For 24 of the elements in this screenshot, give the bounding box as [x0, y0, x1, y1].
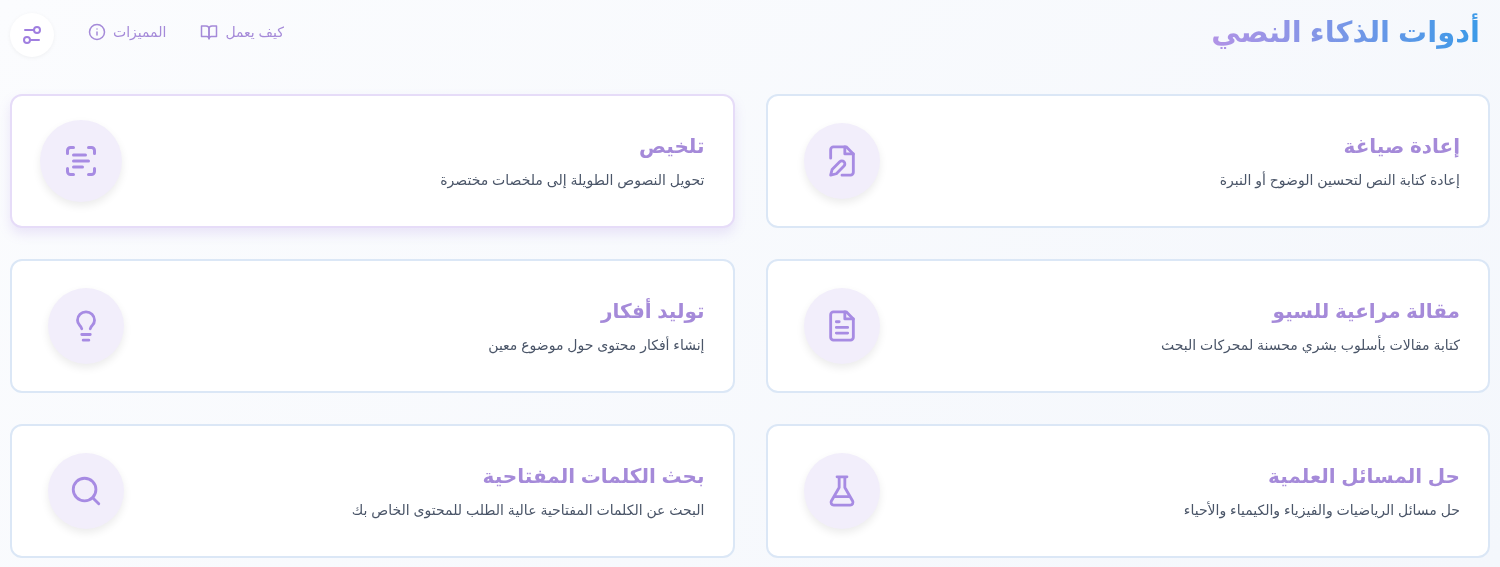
tool-description: كتابة مقالات بأسلوب بشري محسنة لمحركات البحث	[1160, 337, 1460, 353]
tool-description: حل مسائل الرياضيات والفيزياء والكيمياء والأحياء	[1183, 502, 1460, 518]
tool-card[interactable]: مقالة مراعية للسيو كتابة مقالات بأسلوب بشري محسنة لمحركات البحث	[765, 259, 1490, 393]
tool-title: مقالة مراعية للسيو	[1270, 299, 1460, 323]
tool-card[interactable]: إعادة صياغة إعادة كتابة النص لتحسين الوضوح أو النبرة	[765, 94, 1490, 228]
book-icon	[200, 23, 219, 41]
tool-card[interactable]: حل المسائل العلمية حل مسائل الرياضيات والفيزياء والكيمياء والأحياء	[765, 424, 1490, 558]
tool-card[interactable]: توليد أفكار إنشاء أفكار محتوى حول موضوع معين	[10, 259, 735, 393]
tool-description: البحث عن الكلمات المفتاحية عالية الطلب للمحتوى الخاص بك	[351, 502, 705, 518]
tool-description: إنشاء أفكار محتوى حول موضوع معين	[488, 337, 705, 353]
scan-text-icon	[63, 143, 99, 179]
tool-card[interactable]: تلخيص تحويل النصوص الطويلة إلى ملخصات مختصرة	[10, 94, 735, 228]
info-icon	[88, 23, 106, 41]
tool-card[interactable]: بحث الكلمات المفتاحية البحث عن الكلمات المفتاحية عالية الطلب للمحتوى الخاص بك	[10, 424, 735, 558]
tool-description: إعادة كتابة النص لتحسين الوضوح أو النبرة	[1219, 172, 1460, 188]
tool-title: تلخيص	[637, 134, 705, 158]
settings-button[interactable]	[10, 13, 54, 57]
tool-title: توليد أفكار	[599, 299, 705, 323]
tool-title: حل المسائل العلمية	[1267, 464, 1460, 488]
tool-title: إعادة صياغة	[1342, 134, 1460, 158]
search-icon	[69, 474, 103, 508]
tool-description: تحويل النصوص الطويلة إلى ملخصات مختصرة	[440, 172, 705, 188]
tool-title: بحث الكلمات المفتاحية	[481, 464, 705, 488]
settings-icon	[20, 23, 44, 47]
